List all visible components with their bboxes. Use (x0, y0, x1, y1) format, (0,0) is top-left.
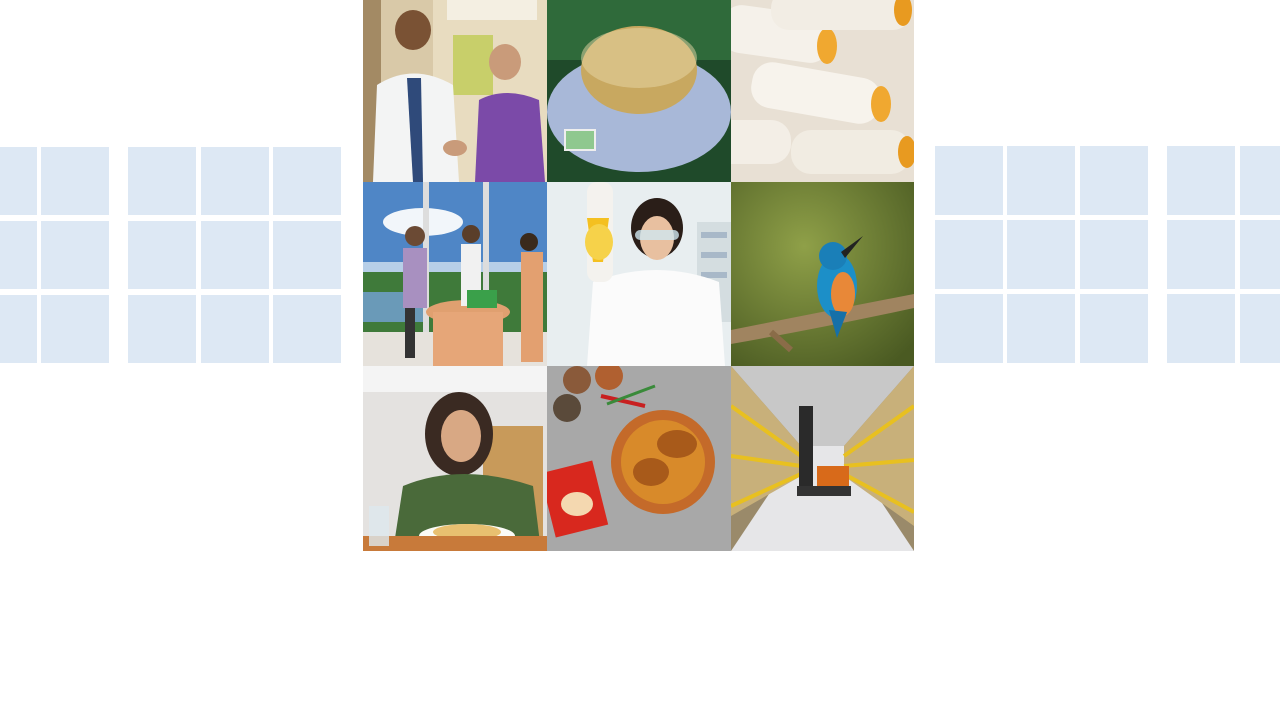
decorative-square (935, 294, 1003, 363)
decorative-square (0, 147, 37, 215)
decorative-square (1080, 220, 1148, 289)
decorative-square (1007, 146, 1075, 215)
decorative-square (128, 295, 196, 363)
decorative-square (1167, 146, 1235, 215)
decorative-square (41, 221, 109, 289)
warehouse-forklift-photo (731, 366, 914, 551)
woman-eating-photo (363, 366, 547, 551)
yarn-spools-photo (731, 0, 914, 182)
decorative-square (128, 221, 196, 289)
decorative-square (273, 147, 341, 215)
decorative-square (1007, 220, 1075, 289)
tea-cup-photo (547, 0, 731, 182)
decorative-square (0, 295, 37, 363)
decorative-square (273, 295, 341, 363)
decorative-square (1240, 146, 1280, 215)
decorative-square (1240, 294, 1280, 363)
decorative-square (1167, 220, 1235, 289)
decorative-square (935, 220, 1003, 289)
decorative-square (1240, 220, 1280, 289)
decorative-square (1007, 294, 1075, 363)
kingfisher-bird-photo (731, 182, 914, 366)
decorative-square (935, 146, 1003, 215)
decorative-square (1080, 146, 1148, 215)
decorative-square (201, 147, 269, 215)
office-meeting-photo (363, 182, 547, 366)
photo-collage (363, 0, 914, 551)
decorative-square (41, 147, 109, 215)
decorative-square (201, 221, 269, 289)
decorative-square (0, 221, 37, 289)
decorative-square (41, 295, 109, 363)
decorative-square (273, 221, 341, 289)
doctor-patient-photo (363, 0, 547, 182)
decorative-square (1080, 294, 1148, 363)
fish-curry-spices-photo (547, 366, 731, 551)
decorative-square (1167, 294, 1235, 363)
decorative-square (128, 147, 196, 215)
lab-scientist-photo (547, 182, 731, 366)
decorative-square (201, 295, 269, 363)
